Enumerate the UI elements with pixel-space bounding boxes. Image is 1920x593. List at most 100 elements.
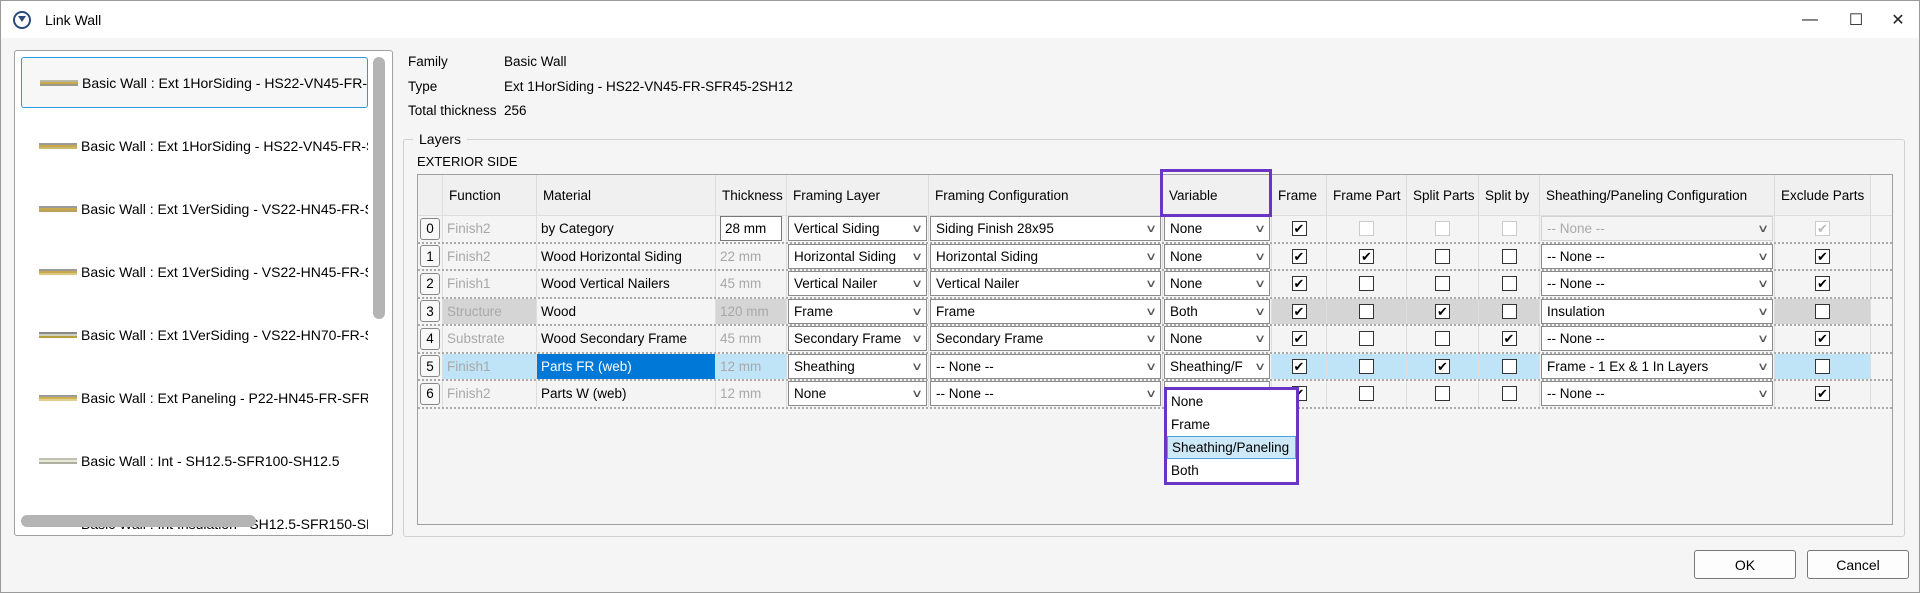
sheathing-configuration-select[interactable]: -- None -- ∨ xyxy=(1541,243,1773,269)
exclude-parts-checkbox[interactable]: ✔ xyxy=(1815,386,1830,402)
row-number-button[interactable]: 6 xyxy=(420,382,440,405)
frame-part-checkbox[interactable] xyxy=(1359,331,1374,347)
framing-layer-select[interactable]: None ∨ xyxy=(788,381,927,407)
framing-configuration-select[interactable]: Frame ∨ xyxy=(930,298,1161,324)
variable-select[interactable]: Sheathing/F ∨ xyxy=(1164,353,1270,379)
split-by-checkbox[interactable] xyxy=(1501,386,1517,402)
wall-type-item[interactable]: Basic Wall : Ext 1VerSiding - VS22-HN45-… xyxy=(21,183,368,234)
framing-layer-select[interactable]: Frame ∨ xyxy=(788,298,927,324)
wall-type-item[interactable]: Basic Wall : Ext 1HorSiding - HS22-VN45-… xyxy=(21,120,368,171)
vertical-scrollbar[interactable] xyxy=(373,57,385,319)
sheathing-configuration-select[interactable]: -- None -- ∨ xyxy=(1541,326,1773,352)
frame-part-checkbox[interactable]: ✔ xyxy=(1359,248,1374,264)
horizontal-scrollbar[interactable] xyxy=(21,515,256,527)
frame-part-checkbox[interactable] xyxy=(1359,386,1374,402)
split-parts-checkbox[interactable] xyxy=(1435,386,1450,402)
wall-type-item[interactable]: Basic Wall : Ext Paneling - P22-HN45-FR-… xyxy=(21,372,368,423)
cancel-button[interactable]: Cancel xyxy=(1807,550,1909,579)
exclude-parts-checkbox[interactable]: ✔ xyxy=(1815,331,1830,347)
row-number-button[interactable]: 4 xyxy=(420,327,440,350)
variable-select[interactable]: None ∨ xyxy=(1164,326,1270,352)
table-row[interactable]: 0 Finish2 by Category 28 mm Vertical Siding ∨… xyxy=(418,216,1892,244)
exclude-parts-checkbox[interactable] xyxy=(1815,358,1830,374)
wall-type-item[interactable]: Basic Wall : Ext 1HorSiding - HS22-VN45-… xyxy=(21,57,368,108)
frame-checkbox[interactable]: ✔ xyxy=(1291,221,1307,237)
framing-layer-select[interactable]: Sheathing ∨ xyxy=(788,353,927,379)
dropdown-option[interactable]: Frame xyxy=(1167,413,1296,436)
frame-checkbox[interactable]: ✔ xyxy=(1291,276,1307,292)
framing-layer-select[interactable]: Vertical Siding ∨ xyxy=(788,216,927,242)
frame-checkbox[interactable]: ✔ xyxy=(1291,358,1307,374)
row-number-button[interactable]: 2 xyxy=(420,272,440,295)
framing-configuration-select[interactable]: Secondary Frame ∨ xyxy=(930,326,1161,352)
variable-dropdown-list[interactable]: None Frame Sheathing/Paneling Both xyxy=(1164,387,1299,485)
exclude-parts-checkbox[interactable]: ✔ xyxy=(1815,248,1830,264)
split-parts-checkbox[interactable] xyxy=(1435,331,1450,347)
split-parts-checkbox[interactable] xyxy=(1435,248,1450,264)
framing-configuration-select[interactable]: Horizontal Siding ∨ xyxy=(930,243,1161,269)
variable-select[interactable]: Both ∨ xyxy=(1164,298,1270,324)
row-number-button[interactable]: 5 xyxy=(420,355,440,378)
split-parts-checkbox[interactable]: ✔ xyxy=(1435,358,1450,374)
material-cell[interactable]: Wood Secondary Frame xyxy=(537,326,716,352)
frame-checkbox[interactable]: ✔ xyxy=(1291,331,1307,347)
framing-layer-select[interactable]: Secondary Frame ∨ xyxy=(788,326,927,352)
framing-configuration-select[interactable]: Vertical Nailer ∨ xyxy=(930,271,1161,297)
material-cell[interactable]: by Category xyxy=(537,216,716,242)
frame-checkbox[interactable]: ✔ xyxy=(1291,303,1307,319)
variable-select[interactable]: None ∨ xyxy=(1164,243,1270,269)
column-header-material[interactable]: Material xyxy=(537,175,716,215)
ok-button[interactable]: OK xyxy=(1694,550,1796,579)
framing-configuration-select[interactable]: -- None -- ∨ xyxy=(930,381,1161,407)
column-header-framing-layer[interactable]: Framing Layer xyxy=(787,175,929,215)
material-cell[interactable]: Wood Vertical Nailers xyxy=(537,271,716,297)
split-by-checkbox[interactable] xyxy=(1501,358,1517,374)
split-by-checkbox[interactable] xyxy=(1501,248,1517,264)
table-row[interactable]: 5 Finish1 Parts FR (web) 12 mm Sheathing ∨ -- … xyxy=(418,353,1892,381)
column-header-split-parts[interactable]: Split Parts xyxy=(1407,175,1479,215)
material-cell[interactable]: Wood xyxy=(537,298,716,324)
column-header-split-by[interactable]: Split by xyxy=(1479,175,1540,215)
column-header-function[interactable]: Function xyxy=(443,175,537,215)
material-cell[interactable]: Parts W (web) xyxy=(537,381,716,407)
frame-part-checkbox[interactable] xyxy=(1359,276,1374,292)
framing-configuration-select[interactable]: -- None -- ∨ xyxy=(930,353,1161,379)
row-number-button[interactable]: 1 xyxy=(420,245,440,268)
wall-type-item[interactable]: Basic Wall : Int - SH12.5-SFR100-SH12.5 xyxy=(21,435,368,486)
column-header-row-number[interactable] xyxy=(418,175,443,215)
table-row[interactable]: 6 Finish2 Parts W (web) 12 mm None ∨ -- None -… xyxy=(418,381,1892,409)
frame-part-checkbox[interactable] xyxy=(1359,303,1374,319)
maximize-button[interactable]: ☐ xyxy=(1833,1,1879,38)
exclude-parts-checkbox[interactable]: ✔ xyxy=(1815,276,1830,292)
split-parts-checkbox[interactable] xyxy=(1435,276,1450,292)
sheathing-configuration-select[interactable]: Frame - 1 Ex & 1 In Layers ∨ xyxy=(1541,353,1773,379)
dropdown-option[interactable]: Both xyxy=(1167,459,1296,482)
variable-select[interactable]: None ∨ xyxy=(1164,271,1270,297)
minimize-button[interactable]: — xyxy=(1787,1,1833,38)
framing-layer-select[interactable]: Horizontal Siding ∨ xyxy=(788,243,927,269)
framing-layer-select[interactable]: Vertical Nailer ∨ xyxy=(788,271,927,297)
wall-type-item[interactable]: Basic Wall : Ext 1VerSiding - VS22-HN45-… xyxy=(21,246,368,297)
dropdown-option[interactable]: Sheathing/Paneling xyxy=(1167,436,1296,459)
dropdown-option[interactable]: None xyxy=(1167,390,1296,413)
split-parts-checkbox[interactable]: ✔ xyxy=(1435,303,1450,319)
split-by-checkbox[interactable] xyxy=(1501,276,1517,292)
variable-select[interactable]: None ∨ xyxy=(1164,216,1270,242)
split-by-checkbox[interactable] xyxy=(1501,303,1517,319)
table-row[interactable]: 2 Finish1 Wood Vertical Nailers 45 mm Vertic… xyxy=(418,271,1892,299)
sheathing-configuration-select[interactable]: -- None -- ∨ xyxy=(1541,271,1773,297)
table-row[interactable]: 1 Finish2 Wood Horizontal Siding 22 mm Horiz… xyxy=(418,243,1892,271)
table-row[interactable]: 3 Structure Wood 120 mm Frame ∨ Frame ∨ Both ∨ ✔ ✔ I… xyxy=(418,298,1892,326)
wall-type-item[interactable]: Basic Wall : Ext 1VerSiding - VS22-HN70-… xyxy=(21,309,368,360)
frame-part-checkbox[interactable] xyxy=(1359,358,1374,374)
frame-checkbox[interactable]: ✔ xyxy=(1291,248,1307,264)
sheathing-configuration-select[interactable]: -- None -- ∨ xyxy=(1541,381,1773,407)
table-row[interactable]: 4 Substrate Wood Secondary Frame 45 mm Secon… xyxy=(418,326,1892,354)
column-header-sheathing-configuration[interactable]: Sheathing/Paneling Configuration xyxy=(1540,175,1775,215)
column-header-thickness[interactable]: Thickness xyxy=(716,175,787,215)
column-header-frame[interactable]: Frame xyxy=(1272,175,1327,215)
wall-type-list[interactable]: Basic Wall : Int Nailing- SH12.5-SFR100-… xyxy=(14,50,393,536)
sheathing-configuration-select[interactable]: Insulation ∨ xyxy=(1541,298,1773,324)
exclude-parts-checkbox[interactable] xyxy=(1815,303,1830,319)
close-button[interactable]: ✕ xyxy=(1875,1,1920,38)
